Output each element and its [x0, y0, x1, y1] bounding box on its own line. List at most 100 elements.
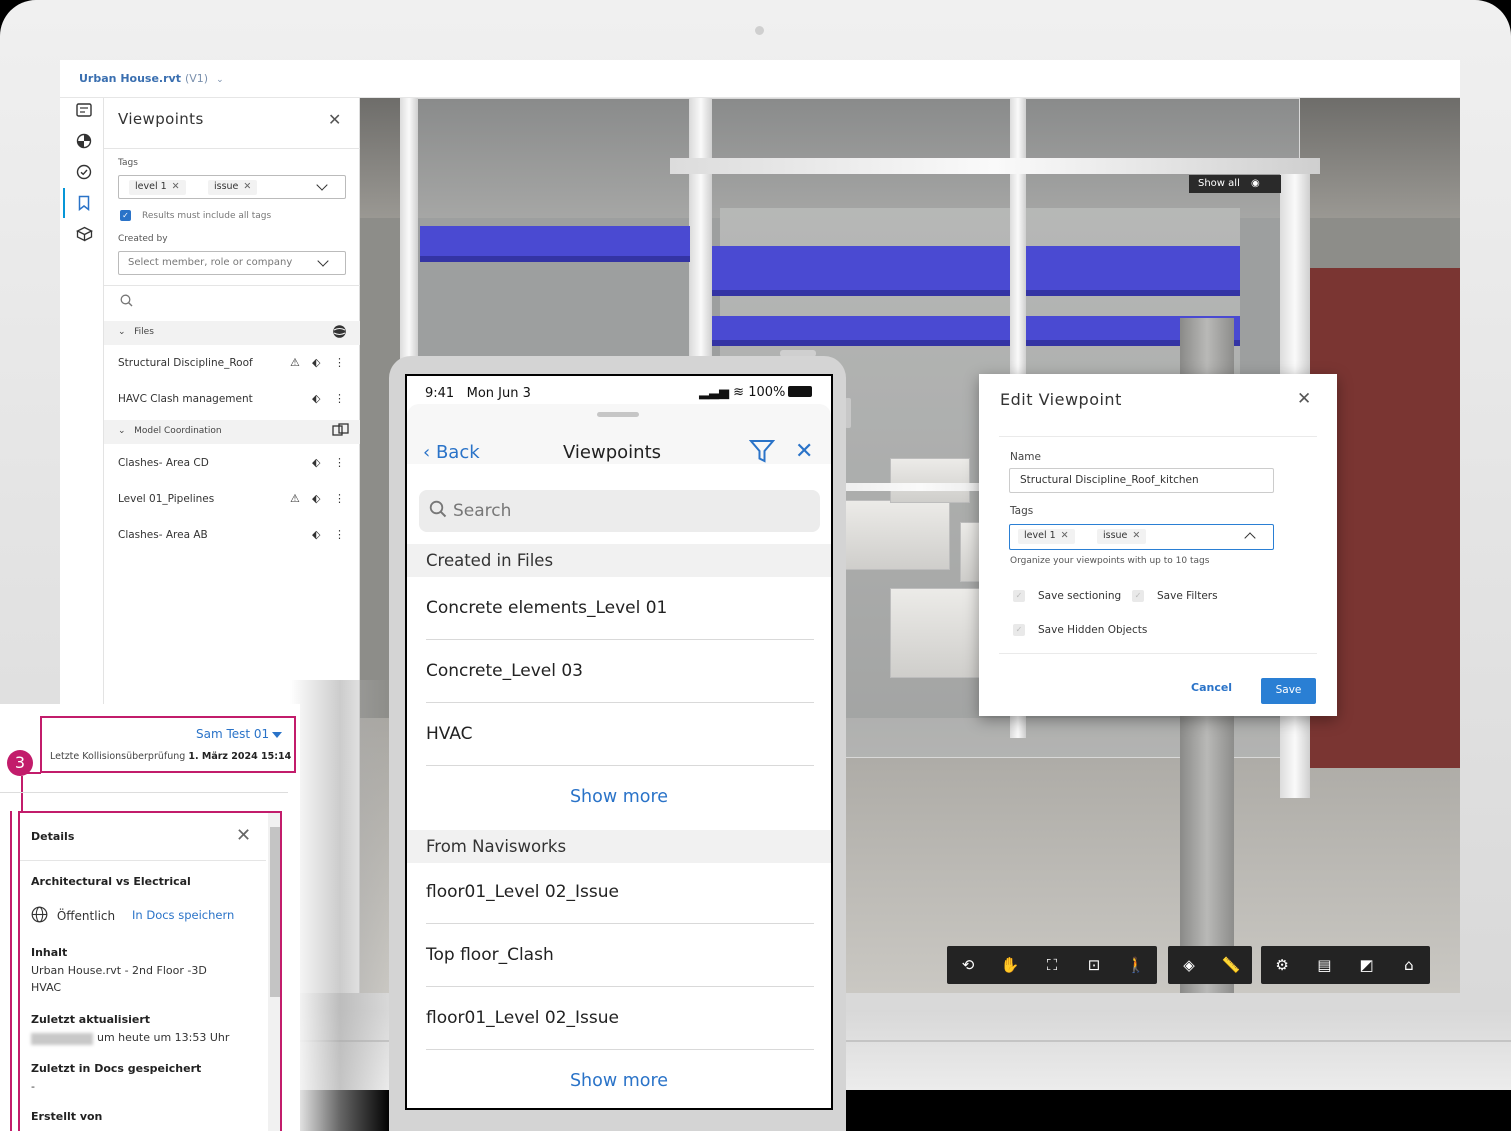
divider	[426, 986, 814, 987]
caret-down-icon[interactable]	[272, 732, 282, 738]
list-item[interactable]: Top floor_Clash	[426, 945, 554, 965]
gear-icon[interactable]: ⚙	[1269, 956, 1295, 974]
tags-filter-input[interactable]: level 1 ✕ issue ✕	[118, 175, 346, 199]
home-icon[interactable]: ⌂	[1396, 956, 1422, 974]
search-icon[interactable]	[120, 294, 133, 311]
scene-blue-beam	[420, 226, 700, 262]
panel-shadow	[290, 680, 390, 1131]
status-time: 9:41 Mon Jun 3	[425, 386, 531, 401]
tag-chip[interactable]: issue ✕	[1097, 529, 1147, 544]
clash-test-name: Architectural vs Electrical	[31, 875, 191, 888]
list-item[interactable]: floor01_Level 02_Issue	[426, 882, 619, 902]
file-title[interactable]: Urban House.rvt (V1) ⌄	[79, 72, 224, 85]
save-filters-checkbox[interactable]: ✓	[1132, 590, 1144, 602]
chevron-down-icon[interactable]	[316, 179, 328, 191]
save-button[interactable]: Save	[1261, 678, 1316, 704]
divider	[104, 148, 360, 149]
more-icon[interactable]: ⋮	[334, 356, 345, 369]
filter-icon[interactable]	[748, 438, 776, 464]
search-input[interactable]: Search	[419, 490, 820, 532]
sheet-grabber[interactable]	[597, 412, 639, 417]
scrollbar-thumb[interactable]	[270, 827, 280, 997]
3d-model-icon[interactable]	[74, 224, 94, 244]
list-item[interactable]: HVAC	[426, 724, 473, 744]
bookmark-icon[interactable]	[74, 193, 94, 213]
cancel-button[interactable]: Cancel	[1191, 681, 1232, 694]
user-selector[interactable]: Sam Test 01	[196, 727, 269, 741]
warning-icon: ⚠	[290, 492, 300, 505]
save-filters-label: Save Filters	[1157, 590, 1218, 602]
issues-icon[interactable]	[74, 162, 94, 182]
visibility-label: Öffentlich	[56, 909, 116, 923]
more-icon[interactable]: ⋮	[334, 492, 345, 505]
more-icon[interactable]: ⋮	[334, 392, 345, 405]
visibility-icon[interactable]	[74, 131, 94, 151]
save-sectioning-checkbox[interactable]: ✓	[1013, 590, 1025, 602]
first-person-icon[interactable]: 🚶	[1123, 956, 1149, 974]
chevron-down-icon[interactable]: ⌄	[216, 75, 224, 85]
scrollbar[interactable]	[268, 813, 280, 1131]
created-by-select[interactable]: Select member, role or company	[118, 251, 346, 275]
visibility-status: Öffentlich	[31, 906, 115, 923]
remove-tag-icon[interactable]: ✕	[1132, 530, 1140, 541]
orbit-icon[interactable]: ⟲	[955, 956, 981, 974]
fit-view-icon[interactable]: ⛶	[1039, 956, 1065, 974]
list-item[interactable]: HAVC Clash management ⬖ ⋮	[104, 383, 360, 419]
close-icon[interactable]: ✕	[795, 439, 813, 464]
content-value: HVAC	[31, 981, 62, 994]
list-item[interactable]: Concrete elements_Level 01	[426, 598, 667, 618]
list-item[interactable]: Structural Discipline_Roof ⚠ ⬖ ⋮	[104, 347, 360, 383]
split-view-icon[interactable]: ◩	[1354, 956, 1380, 974]
tag-chip[interactable]: level 1 ✕	[129, 180, 186, 195]
save-sectioning-label: Save sectioning	[1038, 590, 1122, 602]
show-all-button[interactable]: Show all ◉	[1189, 175, 1281, 193]
group-label: ⌄ Model Coordination	[118, 426, 222, 436]
save-hidden-checkbox[interactable]: ✓	[1013, 624, 1025, 636]
model-browser-icon[interactable]	[74, 100, 94, 120]
list-item[interactable]: Clashes- Area CD ⬖ ⋮	[104, 447, 360, 483]
group-model-coordination[interactable]: ⌄ Model Coordination	[104, 420, 360, 444]
search-icon	[429, 500, 447, 523]
show-more-button[interactable]: Show more	[407, 1071, 831, 1091]
chevron-up-icon[interactable]	[1244, 532, 1256, 544]
chevron-down-icon[interactable]	[317, 255, 329, 267]
remove-tag-icon[interactable]: ✕	[1061, 530, 1069, 541]
group-files[interactable]: ⌄ Files	[104, 321, 360, 345]
globe-icon	[332, 324, 347, 343]
close-icon[interactable]: ✕	[1297, 389, 1311, 409]
tag-chip-label: issue	[1103, 530, 1128, 541]
saved-value: -	[31, 1080, 35, 1093]
more-icon[interactable]: ⋮	[334, 456, 345, 469]
remove-tag-icon[interactable]: ✕	[243, 181, 251, 192]
list-item[interactable]: Concrete_Level 03	[426, 661, 583, 681]
item-name: Level 01_Pipelines	[118, 493, 215, 505]
section-icon[interactable]: ◈	[1176, 956, 1202, 974]
save-in-docs-link[interactable]: In Docs speichern	[132, 908, 234, 922]
time-value: 9:41	[425, 386, 455, 401]
zoom-window-icon[interactable]: ⊡	[1081, 956, 1107, 974]
list-item[interactable]: Clashes- Area AB ⬖ ⋮	[104, 519, 360, 555]
tags-input[interactable]: level 1 ✕ issue ✕	[1009, 524, 1274, 550]
measure-icon[interactable]: 📏	[1218, 956, 1244, 974]
back-button[interactable]: ‹ Back	[423, 442, 480, 463]
select-placeholder: Select member, role or company	[128, 257, 293, 268]
close-icon[interactable]: ✕	[236, 825, 251, 846]
checkbox-all-tags[interactable]: ✓	[120, 210, 131, 221]
tag-icon: ⬖	[312, 392, 321, 405]
list-item[interactable]: floor01_Level 02_Issue	[426, 1008, 619, 1028]
tag-icon: ⬖	[312, 456, 321, 469]
tag-chip[interactable]: issue ✕	[208, 180, 258, 195]
tag-chip[interactable]: level 1 ✕	[1018, 529, 1075, 544]
divider	[0, 792, 288, 793]
list-item[interactable]: Level 01_Pipelines ⚠ ⬖ ⋮	[104, 483, 360, 519]
pan-icon[interactable]: ✋	[997, 956, 1023, 974]
group-name: Model Coordination	[134, 426, 222, 436]
more-icon[interactable]: ⋮	[334, 528, 345, 541]
viewpoint-name-input[interactable]: Structural Discipline_Roof_kitchen	[1009, 468, 1274, 493]
properties-icon[interactable]: ▤	[1311, 956, 1337, 974]
close-icon[interactable]: ✕	[328, 110, 341, 129]
show-more-button[interactable]: Show more	[407, 787, 831, 807]
remove-tag-icon[interactable]: ✕	[172, 181, 180, 192]
updated-value: um heute um 13:53 Uhr	[97, 1031, 230, 1044]
section-title: From Navisworks	[426, 837, 567, 856]
